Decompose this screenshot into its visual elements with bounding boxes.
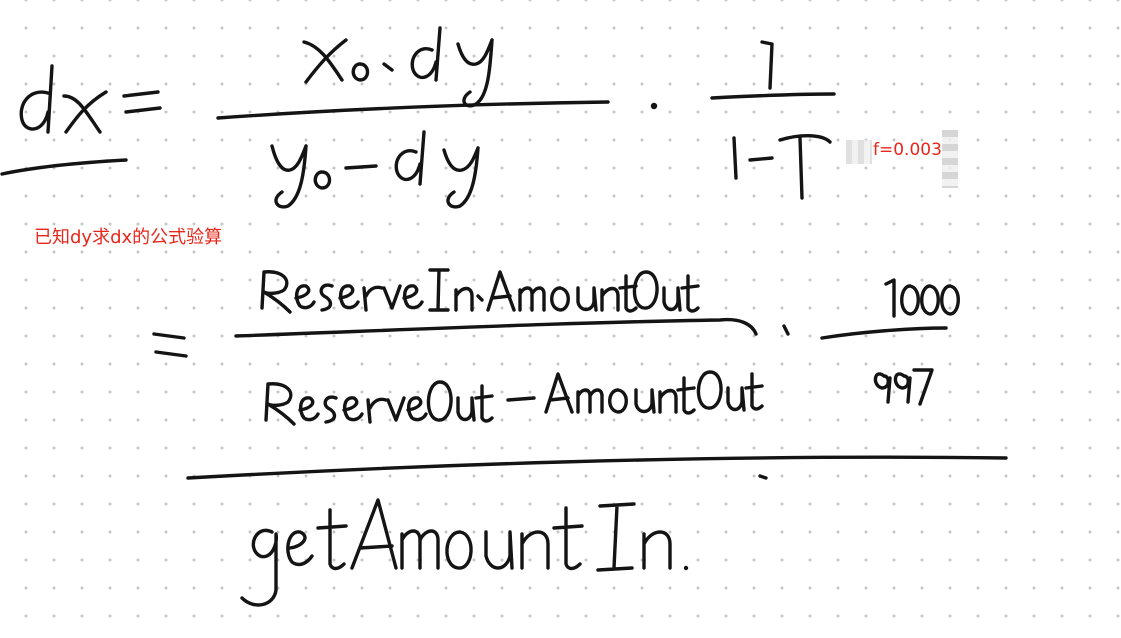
- ink-equals-sign-1: [122, 90, 162, 114]
- ink-fraction-bar-2: [234, 317, 758, 338]
- ink-small-tick: [758, 474, 768, 480]
- ink-text-getamountin: [240, 498, 672, 607]
- ink-denominator-y0-dy: [270, 130, 480, 209]
- ink-equals-sign-2: [152, 332, 188, 358]
- ink-trailing-dot: [683, 565, 689, 571]
- ink-dx: [19, 64, 108, 134]
- ink-numerator-x0-dy: [302, 26, 494, 108]
- ink-multiply-dot-1: [650, 102, 658, 110]
- pixelated-redaction-left: [846, 140, 872, 164]
- ink-fraction-bar-1: [216, 100, 610, 120]
- ink-one-over-one-minus-f: [710, 40, 836, 200]
- ink-multiply-mark-2: [782, 324, 790, 336]
- ink-thousand-over-997: [820, 278, 960, 406]
- ink-text-reserveout-amountout: [264, 370, 764, 426]
- ink-long-divider: [186, 455, 1008, 480]
- pixelated-redaction-right: [942, 130, 958, 188]
- ink-dx-underline: [0, 158, 128, 176]
- ink-text-reservein-amountout: [260, 268, 700, 314]
- formula-verification-caption: 已知dy求dx的公式验算: [34, 227, 223, 248]
- fee-annotation-text: f=0.003: [873, 140, 942, 160]
- handwritten-formula: [0, 26, 1008, 607]
